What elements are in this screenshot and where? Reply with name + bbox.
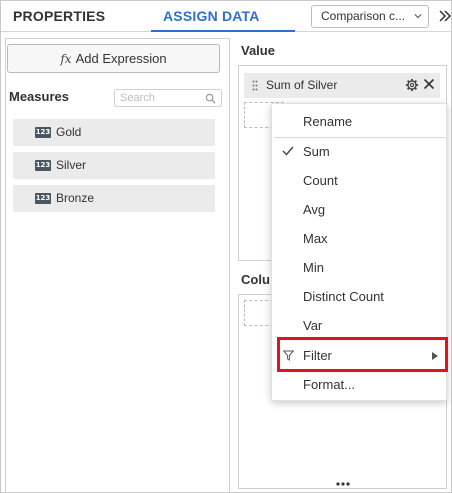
checkmark-icon (282, 146, 294, 156)
double-chevron-right-icon[interactable] (438, 8, 452, 24)
menu-item-label: Min (303, 260, 324, 275)
menu-item-label: Max (303, 231, 328, 246)
measures-search-input[interactable] (120, 91, 200, 105)
menu-item-min[interactable]: Min (272, 253, 448, 282)
widget-select-dropdown[interactable]: Comparison c... (311, 5, 429, 28)
menu-item-label: Var (303, 318, 323, 333)
measure-field-gold[interactable]: 123 Gold (13, 119, 215, 146)
close-icon[interactable] (423, 78, 435, 90)
chevron-down-icon (414, 14, 422, 19)
drag-handle-icon[interactable] (252, 80, 258, 91)
measure-field-label: Silver (56, 158, 87, 172)
more-options-icon[interactable] (336, 481, 350, 487)
menu-item-count[interactable]: Count (272, 166, 448, 195)
numeric-type-icon: 123 (35, 127, 51, 138)
menu-item-rename[interactable]: Rename (272, 107, 448, 136)
widget-select-value: Comparison c... (321, 9, 406, 23)
search-icon[interactable] (205, 93, 216, 104)
menu-item-avg[interactable]: Avg (272, 195, 448, 224)
tab-properties[interactable]: PROPERTIES (13, 1, 105, 32)
measures-search-box[interactable] (114, 89, 222, 107)
value-section-heading: Value (241, 43, 275, 58)
menu-item-format[interactable]: Format... (272, 370, 448, 399)
numeric-type-icon: 123 (35, 193, 51, 204)
menu-item-max[interactable]: Max (272, 224, 448, 253)
menu-item-label: Sum (303, 144, 330, 159)
tab-assign-data[interactable]: ASSIGN DATA (163, 1, 260, 32)
menu-item-label: Rename (303, 114, 353, 129)
menu-item-sum[interactable]: Sum (272, 137, 448, 166)
function-icon: fx (60, 52, 72, 66)
filter-highlight-box (277, 337, 448, 372)
menu-item-label: Distinct Count (303, 289, 384, 304)
measures-heading: Measures (9, 89, 69, 104)
menu-item-label: Count (303, 173, 338, 188)
add-expression-label: Add Expression (75, 51, 167, 66)
active-tab-indicator (151, 30, 295, 32)
column-section-heading: Colu (241, 272, 270, 287)
properties-panel: PROPERTIES ASSIGN DATA Comparison c... f… (0, 0, 452, 493)
panel-header: PROPERTIES ASSIGN DATA Comparison c... (1, 1, 452, 32)
measure-field-bronze[interactable]: 123 Bronze (13, 185, 215, 212)
value-field-chip-label: Sum of Silver (266, 78, 338, 92)
add-expression-button[interactable]: fx Add Expression (7, 44, 220, 73)
numeric-type-icon: 123 (35, 160, 51, 171)
measure-field-silver[interactable]: 123 Silver (13, 152, 215, 179)
menu-item-distinct-count[interactable]: Distinct Count (272, 282, 448, 311)
menu-item-label: Format... (303, 377, 356, 392)
menu-item-label: Avg (303, 202, 326, 217)
value-field-chip[interactable]: Sum of Silver (244, 73, 440, 98)
measures-panel: fxAdd Expression Measures 123 Gold 123 S… (5, 38, 230, 493)
measure-field-label: Bronze (56, 191, 95, 205)
gear-icon[interactable] (405, 78, 419, 92)
menu-item-var[interactable]: Var (272, 311, 448, 340)
measure-field-label: Gold (56, 125, 82, 139)
